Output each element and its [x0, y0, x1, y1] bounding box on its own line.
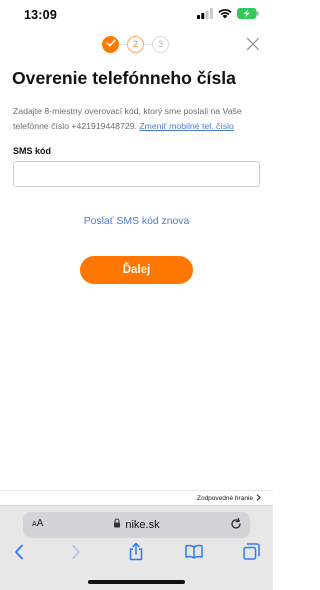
status-icons: [197, 6, 259, 24]
instructions-text: Zadajte 8-miestny overovací kód, ktorý s…: [13, 104, 265, 133]
lock-icon: [113, 518, 121, 531]
signal-icon: [197, 6, 213, 24]
responsible-gaming-label: Zodpovedné hranie: [196, 495, 253, 502]
chevron-left-icon: [14, 544, 24, 565]
page-title: Overenie telefónneho čísla: [12, 68, 236, 88]
status-time: 13:09: [24, 8, 57, 22]
sms-code-label: SMS kód: [13, 146, 52, 156]
share-button[interactable]: [125, 542, 147, 566]
step-2-active: 2: [127, 35, 144, 53]
back-button[interactable]: [8, 543, 30, 565]
forward-button[interactable]: [65, 543, 87, 565]
url-text: nike.sk: [125, 518, 160, 531]
bookmarks-button[interactable]: [183, 543, 205, 565]
share-icon: [128, 542, 144, 566]
tabs-icon: [242, 543, 260, 565]
browser-toolbar: [0, 542, 273, 566]
chevron-right-icon: [256, 494, 261, 503]
reload-icon: [229, 517, 243, 535]
progress-stepper: 2 3: [102, 35, 169, 53]
footer-divider: [0, 490, 273, 491]
step-3-upcoming: 3: [152, 35, 169, 53]
reload-button[interactable]: [229, 517, 243, 531]
checkmark-icon: [105, 39, 116, 49]
battery-charging-icon: [237, 6, 259, 24]
close-icon: [246, 37, 260, 55]
tabs-button[interactable]: [240, 543, 262, 565]
responsible-gaming-link[interactable]: Zodpovedné hranie: [197, 494, 261, 503]
step-connector: [119, 43, 127, 45]
chevron-right-icon: [71, 544, 81, 565]
status-bar: 13:09: [0, 0, 273, 30]
sms-code-input[interactable]: [13, 161, 260, 187]
next-button[interactable]: Ďalej: [80, 256, 193, 284]
home-indicator: [88, 580, 185, 584]
wifi-icon: [218, 6, 232, 24]
step-1-complete: [102, 35, 119, 53]
resend-sms-link[interactable]: Poslať SMS kód znova: [0, 216, 273, 227]
close-button[interactable]: [246, 37, 260, 51]
step-connector: [144, 43, 152, 45]
change-phone-link[interactable]: Zmeniť mobilné tel. číslo: [139, 121, 234, 131]
book-icon: [185, 544, 203, 564]
